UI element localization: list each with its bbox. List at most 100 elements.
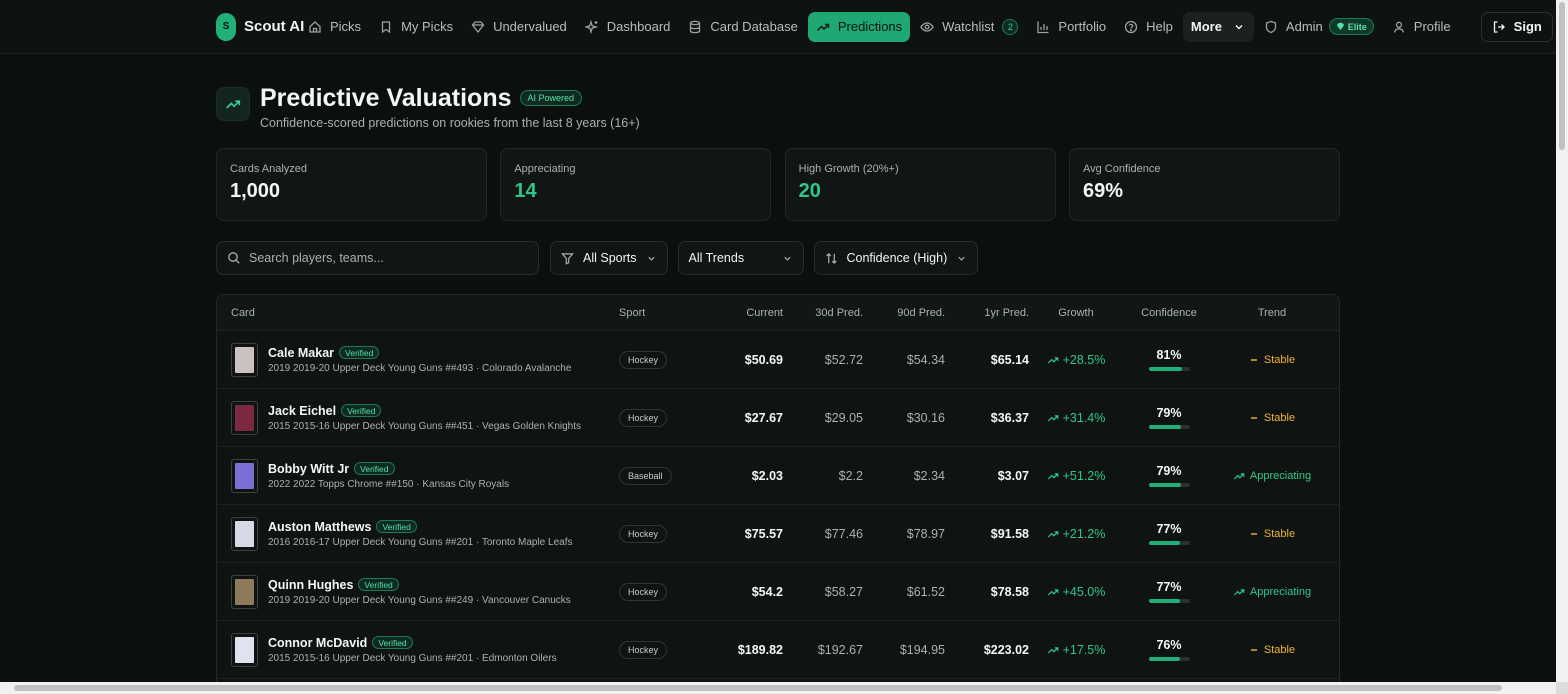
confidence-bar-fill	[1148, 483, 1181, 487]
player-name[interactable]: Auston Matthews	[268, 520, 371, 534]
table-row[interactable]: Auston Matthews Verified 2016 2016-17 Uppe…	[217, 505, 1339, 563]
table-body: Cale Makar Verified 2019 2019-20 Upper Dec…	[217, 331, 1339, 679]
table-row[interactable]: Jack Eichel Verified 2015 2015-16 Upper De…	[217, 389, 1339, 447]
card-thumbnail[interactable]	[231, 342, 258, 377]
vertical-scrollbar[interactable]	[1556, 0, 1568, 682]
trend-indicator: Appreciating	[1233, 470, 1311, 482]
trend-filter-select[interactable]: All Trends	[677, 241, 804, 275]
nav-portfolio[interactable]: Portfolio	[1028, 12, 1114, 42]
pred-30d: $2.2	[838, 468, 863, 483]
card-thumbnail[interactable]	[231, 516, 258, 551]
more-menu-button[interactable]: More	[1182, 11, 1254, 42]
card-thumbnail-image	[235, 404, 254, 431]
stats-row: Cards Analyzed 1,000 Appreciating 14 Hig…	[216, 148, 1340, 221]
growth-text: +17.5%	[1062, 642, 1106, 657]
pred-1yr: $223.02	[983, 642, 1029, 657]
card-description: 2015 2015-16 Upper Deck Young Guns ##451…	[268, 420, 582, 432]
trend-indicator: Stable	[1249, 412, 1295, 424]
horizontal-scrollbar-thumb[interactable]	[14, 685, 1502, 691]
card-thumbnail-image	[235, 578, 254, 605]
brand[interactable]: S Scout AI	[216, 12, 305, 41]
trending-up-icon	[1233, 470, 1245, 482]
confidence-bar	[1148, 425, 1190, 429]
col-1yr[interactable]: 1yr Pred.	[945, 307, 1029, 319]
pred-1yr: $91.58	[990, 526, 1029, 541]
trend-filter-value: All Trends	[688, 251, 745, 265]
nav-my-picks[interactable]: My Picks	[371, 12, 461, 42]
nav-dashboard[interactable]: Dashboard	[577, 12, 679, 42]
search-input[interactable]	[249, 251, 528, 265]
card-thumbnail[interactable]	[231, 574, 258, 609]
search-box[interactable]	[216, 241, 539, 275]
col-trend[interactable]: Trend	[1215, 307, 1329, 319]
confidence-value: 81%	[1156, 348, 1182, 362]
pred-90d: $54.34	[906, 352, 945, 367]
sign-out-button[interactable]: Sign	[1480, 11, 1553, 42]
pred-30d: $77.46	[824, 526, 863, 541]
nav-help-label: Help	[1146, 19, 1173, 34]
sport-filter-select[interactable]: All Sports	[550, 241, 668, 275]
player-name[interactable]: Quinn Hughes	[268, 578, 353, 592]
vertical-scrollbar-thumb[interactable]	[1559, 2, 1565, 150]
elite-label: Elite	[1347, 21, 1367, 32]
nav-admin[interactable]: Admin Elite	[1256, 12, 1382, 42]
card-thumbnail[interactable]	[231, 400, 258, 435]
nav-help[interactable]: Help	[1116, 12, 1181, 42]
sort-select[interactable]: Confidence (High)	[813, 241, 979, 275]
sport-chip: Baseball	[619, 467, 672, 485]
pred-1yr: $3.07	[997, 468, 1029, 483]
col-confidence[interactable]: Confidence	[1123, 307, 1215, 319]
current-price: $54.2	[751, 584, 783, 599]
stat-value: 1,000	[230, 180, 281, 202]
player-name[interactable]: Cale Makar	[268, 346, 334, 360]
card-thumbnail-image	[235, 520, 254, 547]
sport-filter-value: All Sports	[583, 251, 637, 265]
card-thumbnail-image	[235, 636, 254, 663]
col-card[interactable]: Card	[217, 307, 619, 319]
table-row[interactable]: Quinn Hughes Verified 2019 2019-20 Upper D…	[217, 563, 1339, 621]
player-name[interactable]: Bobby Witt Jr	[268, 462, 349, 476]
nav-dashboard-label: Dashboard	[606, 19, 671, 34]
horizontal-scrollbar[interactable]	[0, 682, 1556, 694]
nav-profile-label: Profile	[1413, 19, 1451, 34]
nav-undervalued[interactable]: Undervalued	[463, 12, 575, 42]
table-header: Card Sport Current 30d Pred. 90d Pred. 1…	[217, 295, 1339, 331]
bookmark-icon	[379, 20, 393, 34]
nav-picks[interactable]: Picks	[300, 12, 369, 42]
trend-indicator: Stable	[1249, 354, 1295, 366]
stat-label: Cards Analyzed	[230, 163, 308, 175]
col-current[interactable]: Current	[711, 307, 783, 319]
page-title: Predictive Valuations	[260, 84, 512, 112]
col-90d[interactable]: 90d Pred.	[863, 307, 945, 319]
verified-badge: Verified	[354, 462, 395, 475]
nav-profile[interactable]: Profile	[1384, 12, 1459, 42]
nav-watchlist-label: Watchlist	[942, 19, 995, 34]
nav-admin-label: Admin	[1285, 19, 1323, 34]
confidence-bar-fill	[1148, 425, 1181, 429]
minus-icon	[1249, 355, 1259, 365]
table-row[interactable]: Bobby Witt Jr Verified 2022 2022 Topps Chr…	[217, 447, 1339, 505]
nav-predictions[interactable]: Predictions	[807, 11, 911, 42]
player-name[interactable]: Jack Eichel	[268, 404, 336, 418]
sport-chip: Hockey	[619, 583, 668, 601]
brand-name: Scout AI	[244, 18, 305, 35]
col-30d[interactable]: 30d Pred.	[783, 307, 863, 319]
col-growth[interactable]: Growth	[1029, 307, 1123, 319]
trending-up-icon	[216, 87, 250, 121]
table-row[interactable]: Connor McDavid Verified 2015 2015-16 Upper…	[217, 621, 1339, 679]
nav-watchlist[interactable]: Watchlist 2	[912, 12, 1026, 42]
table-row[interactable]: Cale Makar Verified 2019 2019-20 Upper Dec…	[217, 331, 1339, 389]
confidence-cell: 79%	[1148, 464, 1190, 487]
col-sport[interactable]: Sport	[619, 307, 711, 319]
confidence-cell: 77%	[1148, 522, 1190, 545]
minus-icon	[1249, 413, 1259, 423]
elite-badge: Elite	[1328, 18, 1374, 35]
growth-value: +28.5%	[1047, 353, 1105, 367]
shield-icon	[1264, 20, 1278, 34]
sport-chip: Hockey	[619, 409, 668, 427]
player-name[interactable]: Connor McDavid	[268, 636, 367, 650]
card-thumbnail[interactable]	[231, 632, 258, 667]
card-thumbnail[interactable]	[231, 458, 258, 493]
nav-card-database[interactable]: Card Database	[680, 12, 805, 42]
card-description: 2015 2015-16 Upper Deck Young Guns ##201…	[268, 652, 557, 664]
